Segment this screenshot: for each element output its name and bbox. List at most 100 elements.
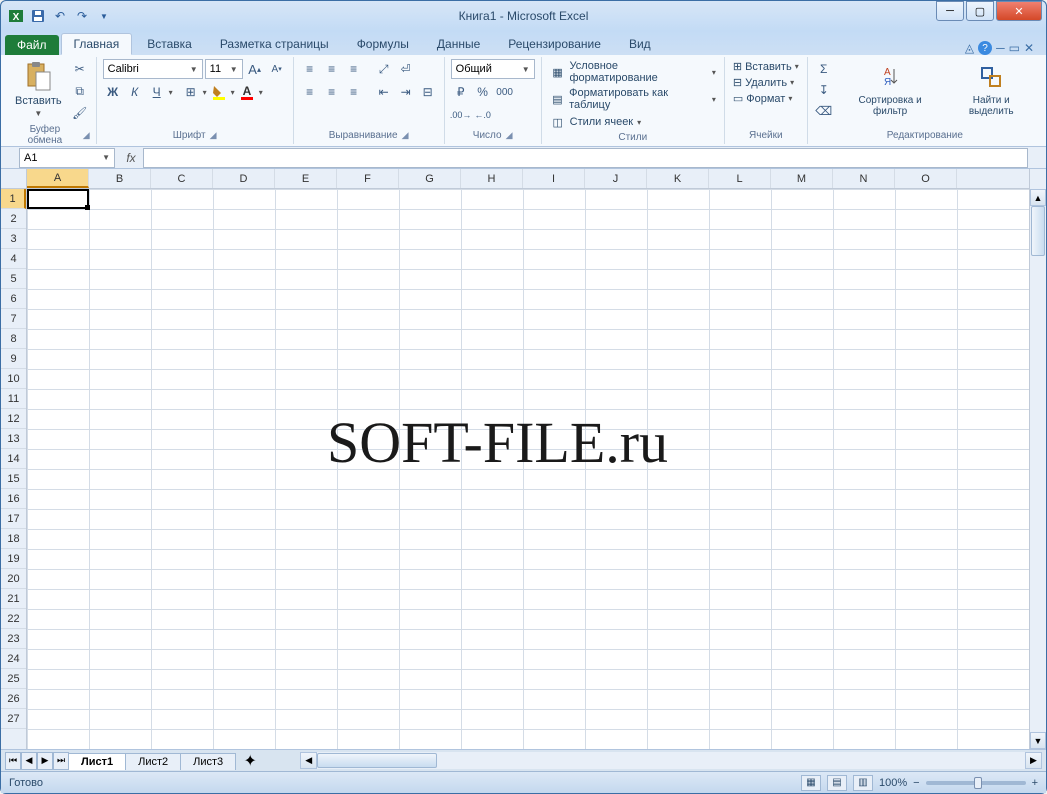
dialog-launcher-icon[interactable]: ◢ bbox=[210, 130, 217, 141]
row-header[interactable]: 8 bbox=[1, 329, 26, 349]
format-painter-icon[interactable]: 🖌 bbox=[70, 103, 90, 123]
align-middle-icon[interactable]: ≡ bbox=[322, 59, 342, 79]
comma-icon[interactable]: 000 bbox=[495, 82, 515, 102]
sheet-tab-3[interactable]: Лист3 bbox=[180, 753, 236, 770]
tab-home[interactable]: Главная bbox=[61, 33, 133, 55]
file-tab[interactable]: Файл bbox=[5, 35, 59, 55]
italic-button[interactable]: К bbox=[125, 82, 145, 102]
font-size-combo[interactable]: 11▼ bbox=[205, 59, 243, 79]
find-select-button[interactable]: Найти и выделить bbox=[946, 59, 1036, 119]
chevron-down-icon[interactable]: ▾ bbox=[259, 88, 263, 97]
row-header[interactable]: 9 bbox=[1, 349, 26, 369]
column-header[interactable]: J bbox=[585, 169, 647, 188]
row-header[interactable]: 2 bbox=[1, 209, 26, 229]
zoom-out-icon[interactable]: − bbox=[913, 777, 919, 789]
column-header[interactable]: K bbox=[647, 169, 709, 188]
row-header[interactable]: 12 bbox=[1, 409, 26, 429]
paste-button[interactable]: Вставить ▼ bbox=[11, 59, 66, 120]
redo-icon[interactable]: ↷ bbox=[73, 7, 91, 25]
row-header[interactable]: 1 bbox=[1, 189, 26, 209]
row-header[interactable]: 3 bbox=[1, 229, 26, 249]
tab-page-layout[interactable]: Разметка страницы bbox=[207, 33, 342, 55]
row-header[interactable]: 11 bbox=[1, 389, 26, 409]
decrease-decimal-icon[interactable]: ←.0 bbox=[473, 105, 493, 125]
fill-color-icon[interactable] bbox=[209, 82, 229, 102]
column-header[interactable]: E bbox=[275, 169, 337, 188]
increase-indent-icon[interactable]: ⇥ bbox=[396, 82, 416, 102]
autosum-icon[interactable]: Σ bbox=[814, 59, 834, 79]
zoom-slider[interactable] bbox=[926, 781, 1026, 785]
increase-decimal-icon[interactable]: .00→ bbox=[451, 105, 471, 125]
row-header[interactable]: 6 bbox=[1, 289, 26, 309]
bold-button[interactable]: Ж bbox=[103, 82, 123, 102]
name-box[interactable]: A1▼ bbox=[19, 148, 115, 168]
align-bottom-icon[interactable]: ≡ bbox=[344, 59, 364, 79]
chevron-down-icon[interactable]: ▾ bbox=[169, 88, 173, 97]
tab-insert[interactable]: Вставка bbox=[134, 33, 205, 55]
row-header[interactable]: 7 bbox=[1, 309, 26, 329]
border-icon[interactable]: ⊞ bbox=[181, 82, 201, 102]
last-sheet-icon[interactable]: ⏭ bbox=[53, 752, 69, 770]
save-icon[interactable] bbox=[29, 7, 47, 25]
minimize-button[interactable]: ─ bbox=[936, 1, 964, 21]
hscroll-thumb[interactable] bbox=[317, 753, 437, 768]
zoom-in-icon[interactable]: + bbox=[1032, 777, 1038, 789]
horizontal-scrollbar[interactable]: ◀ ▶ bbox=[300, 752, 1042, 769]
row-header[interactable]: 26 bbox=[1, 689, 26, 709]
font-color-icon[interactable]: A bbox=[237, 82, 257, 102]
qat-dropdown-icon[interactable]: ▼ bbox=[95, 7, 113, 25]
currency-icon[interactable]: ₽ bbox=[451, 82, 471, 102]
cells-area[interactable]: SOFT-FILE.ru bbox=[27, 189, 1029, 749]
doc-restore-icon[interactable]: ▭ bbox=[1009, 41, 1020, 55]
conditional-formatting-button[interactable]: ▦Условное форматирование▾ bbox=[548, 59, 718, 85]
column-header[interactable]: M bbox=[771, 169, 833, 188]
column-header[interactable]: L bbox=[709, 169, 771, 188]
column-header[interactable]: F bbox=[337, 169, 399, 188]
help-icon[interactable]: ? bbox=[978, 41, 992, 55]
font-name-combo[interactable]: Calibri▼ bbox=[103, 59, 203, 79]
underline-button[interactable]: Ч bbox=[147, 82, 167, 102]
merge-icon[interactable]: ⊟ bbox=[418, 82, 438, 102]
scroll-up-icon[interactable]: ▲ bbox=[1030, 189, 1046, 206]
scroll-down-icon[interactable]: ▼ bbox=[1030, 732, 1046, 749]
tab-data[interactable]: Данные bbox=[424, 33, 493, 55]
next-sheet-icon[interactable]: ▶ bbox=[37, 752, 53, 770]
zoom-level[interactable]: 100% bbox=[879, 777, 907, 789]
fill-icon[interactable]: ↧ bbox=[814, 80, 834, 100]
dialog-launcher-icon[interactable]: ◢ bbox=[402, 130, 409, 141]
doc-close-icon[interactable]: ✕ bbox=[1024, 41, 1034, 55]
fx-icon[interactable]: fx bbox=[119, 151, 143, 165]
sort-filter-button[interactable]: АЯ Сортировка и фильтр bbox=[838, 59, 943, 119]
normal-view-icon[interactable]: ▦ bbox=[801, 775, 821, 791]
prev-sheet-icon[interactable]: ◀ bbox=[21, 752, 37, 770]
scroll-right-icon[interactable]: ▶ bbox=[1025, 752, 1042, 769]
row-header[interactable]: 5 bbox=[1, 269, 26, 289]
chevron-down-icon[interactable]: ▾ bbox=[203, 88, 207, 97]
doc-minimize-icon[interactable]: ─ bbox=[996, 41, 1005, 55]
copy-icon[interactable]: ⧉ bbox=[70, 81, 90, 101]
row-header[interactable]: 23 bbox=[1, 629, 26, 649]
column-header[interactable]: G bbox=[399, 169, 461, 188]
undo-icon[interactable]: ↶ bbox=[51, 7, 69, 25]
insert-cells-button[interactable]: ⊞Вставить▾ bbox=[731, 59, 801, 74]
row-header[interactable]: 14 bbox=[1, 449, 26, 469]
column-header[interactable]: O bbox=[895, 169, 957, 188]
zoom-thumb[interactable] bbox=[974, 777, 982, 789]
tab-review[interactable]: Рецензирование bbox=[495, 33, 614, 55]
percent-icon[interactable]: % bbox=[473, 82, 493, 102]
first-sheet-icon[interactable]: ⏮ bbox=[5, 752, 21, 770]
clear-icon[interactable]: ⌫ bbox=[814, 101, 834, 121]
column-header[interactable]: I bbox=[523, 169, 585, 188]
row-header[interactable]: 22 bbox=[1, 609, 26, 629]
close-button[interactable]: ✕ bbox=[996, 1, 1042, 21]
align-top-icon[interactable]: ≡ bbox=[300, 59, 320, 79]
sheet-tab-1[interactable]: Лист1 bbox=[68, 753, 126, 770]
column-header[interactable]: H bbox=[461, 169, 523, 188]
grow-font-icon[interactable]: A▴ bbox=[245, 59, 265, 79]
orientation-icon[interactable]: ⤢ bbox=[374, 59, 394, 79]
column-header[interactable]: D bbox=[213, 169, 275, 188]
row-header[interactable]: 4 bbox=[1, 249, 26, 269]
cell-styles-button[interactable]: ◫Стили ячеек▾ bbox=[548, 113, 718, 131]
decrease-indent-icon[interactable]: ⇤ bbox=[374, 82, 394, 102]
vscroll-track[interactable] bbox=[1030, 206, 1046, 732]
